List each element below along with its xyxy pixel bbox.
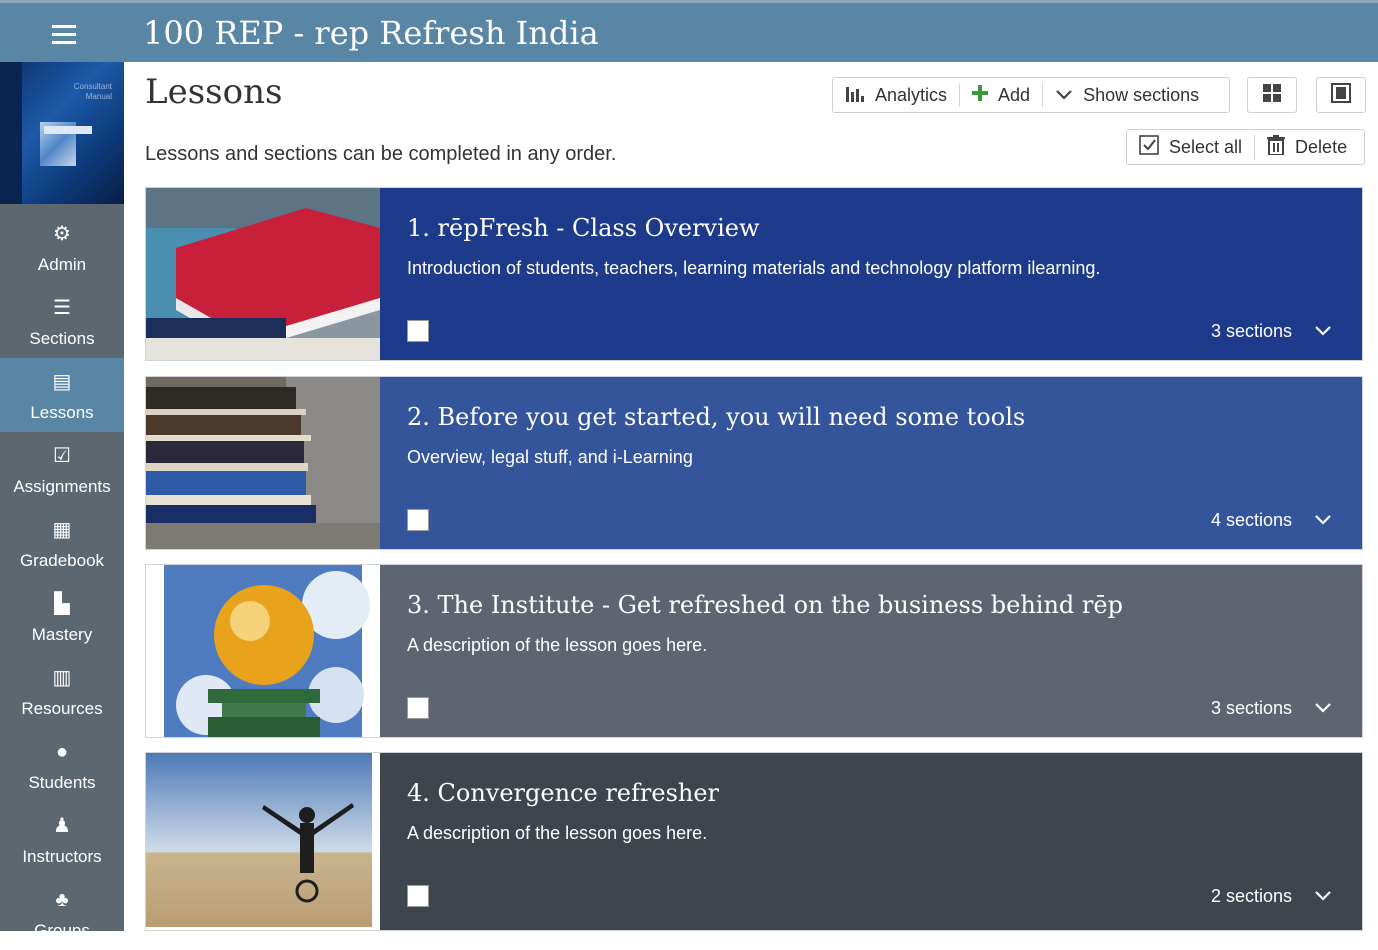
trash-icon <box>1267 134 1286 160</box>
lesson-card[interactable]: 2. Before you get started, you will need… <box>145 376 1363 550</box>
analytics-button[interactable]: Analytics <box>833 78 959 112</box>
lesson-checkbox[interactable] <box>407 320 429 342</box>
sidebar-item-lessons[interactable]: ▤ Lessons <box>0 358 124 432</box>
lesson-body: 2. Before you get started, you will need… <box>380 377 1362 549</box>
lesson-title[interactable]: 3. The Institute - Get refreshed on the … <box>407 591 1123 619</box>
lesson-card[interactable]: 1. rēpFresh - Class Overview Introductio… <box>145 187 1363 361</box>
list-view-icon <box>1331 82 1351 108</box>
hamburger-menu-icon[interactable] <box>40 17 88 53</box>
lesson-checkbox[interactable] <box>407 697 429 719</box>
group-icon: ♣ <box>55 889 69 911</box>
grid-book-icon: ▦ <box>52 519 72 541</box>
delete-label: Delete <box>1295 136 1348 157</box>
chevron-down-icon[interactable] <box>1314 324 1332 338</box>
sidebar-item-gradebook[interactable]: ▦ Gradebook <box>0 506 124 580</box>
page-title: Lessons <box>145 72 283 112</box>
section-count: 4 sections <box>1210 510 1292 530</box>
bar-chart-icon: ▙ <box>54 593 70 615</box>
add-label: Add <box>998 84 1031 105</box>
grid-view-icon <box>1262 83 1282 108</box>
list-icon: ☰ <box>53 297 71 319</box>
chevron-down-icon[interactable] <box>1314 701 1332 715</box>
lesson-title[interactable]: 4. Convergence refresher <box>407 779 719 807</box>
sidebar-item-groups[interactable]: ♣ Groups <box>0 876 124 950</box>
sidebar-item-label: Lessons <box>30 403 94 422</box>
notebook-icon: ▤ <box>52 371 72 393</box>
instructor-icon: ♟ <box>53 815 71 837</box>
show-sections-button[interactable]: Show sections <box>1043 78 1211 112</box>
course-thumbnail-text: Consultant Manual <box>73 82 112 101</box>
lesson-checkbox[interactable] <box>407 885 429 907</box>
sidebar-item-label: Mastery <box>31 625 93 644</box>
sidebar-item-label: Admin <box>37 255 87 274</box>
chevron-down-icon[interactable] <box>1314 513 1332 527</box>
section-count: 3 sections <box>1210 698 1292 718</box>
chevron-down-icon <box>1055 85 1073 106</box>
sidebar-item-sections[interactable]: ☰ Sections <box>0 284 124 358</box>
course-title: 100 REP - rep Refresh India <box>143 14 599 52</box>
lessons-subtitle: Lessons and sections can be completed in… <box>145 143 617 165</box>
plus-icon <box>972 84 989 106</box>
delete-button[interactable]: Delete <box>1255 130 1359 164</box>
sidebar-item-label: Groups <box>34 921 90 940</box>
sidebar-item-label: Students <box>28 773 96 792</box>
sidebar-item-instructors[interactable]: ♟ Instructors <box>0 802 124 876</box>
sidebar-item-label: Resources <box>21 699 103 718</box>
books-icon: ▥ <box>52 667 72 689</box>
lesson-body: 3. The Institute - Get refreshed on the … <box>380 565 1362 737</box>
sidebar-item-assignments[interactable]: ☑ Assignments <box>0 432 124 506</box>
select-all-label: Select all <box>1169 136 1243 157</box>
lesson-description: Introduction of students, teachers, lear… <box>407 258 1101 278</box>
sidebar-item-label: Gradebook <box>19 551 105 570</box>
checkbox-checked-icon <box>1139 134 1159 160</box>
lesson-thumbnail-books <box>146 188 380 360</box>
sidebar: Consultant Manual ⚙ Admin ☰ Sections ▤ L… <box>0 62 124 940</box>
lesson-thumbnail-book-stack <box>146 377 380 549</box>
checkbox-icon: ☑ <box>53 445 71 467</box>
analytics-label: Analytics <box>875 84 948 105</box>
lesson-title[interactable]: 1. rēpFresh - Class Overview <box>407 214 760 242</box>
add-button[interactable]: Add <box>960 78 1042 112</box>
selection-toolbar: Select all Delete <box>1126 129 1365 165</box>
chevron-down-icon[interactable] <box>1314 889 1332 903</box>
show-sections-label: Show sections <box>1083 84 1200 105</box>
person-icon: ● <box>55 741 69 763</box>
gear-icon: ⚙ <box>53 223 71 245</box>
lesson-title[interactable]: 2. Before you get started, you will need… <box>407 403 1025 431</box>
select-all-button[interactable]: Select all <box>1127 130 1254 164</box>
sidebar-item-label: Sections <box>29 329 95 348</box>
lesson-description: A description of the lesson goes here. <box>407 635 708 655</box>
lesson-card[interactable]: 4. Convergence refresher A description o… <box>145 752 1363 931</box>
lesson-card[interactable]: 3. The Institute - Get refreshed on the … <box>145 564 1363 738</box>
sidebar-item-resources[interactable]: ▥ Resources <box>0 654 124 728</box>
lesson-description: Overview, legal stuff, and i-Learning <box>407 447 693 467</box>
section-count: 3 sections <box>1210 321 1292 341</box>
top-bar: 100 REP - rep Refresh India <box>0 0 1378 62</box>
lesson-body: 4. Convergence refresher A description o… <box>380 753 1362 930</box>
grid-view-button[interactable] <box>1247 77 1297 113</box>
sidebar-item-label: Instructors <box>22 847 102 866</box>
sidebar-item-students[interactable]: ● Students <box>0 728 124 802</box>
toolbar-group: Analytics Add Show sections <box>832 77 1230 113</box>
sidebar-item-label: Assignments <box>13 477 111 496</box>
lesson-body: 1. rēpFresh - Class Overview Introductio… <box>380 188 1362 360</box>
course-thumbnail[interactable]: Consultant Manual <box>0 62 124 204</box>
sidebar-item-admin[interactable]: ⚙ Admin <box>0 210 124 284</box>
lesson-thumbnail-rider-desert <box>146 753 380 927</box>
bar-chart-icon <box>845 84 865 107</box>
lesson-checkbox[interactable] <box>407 509 429 531</box>
lesson-description: A description of the lesson goes here. <box>407 823 708 843</box>
sidebar-item-mastery[interactable]: ▙ Mastery <box>0 580 124 654</box>
lesson-thumbnail-institute-cover <box>146 565 380 737</box>
section-count: 2 sections <box>1210 886 1292 906</box>
list-view-button[interactable] <box>1316 77 1366 113</box>
